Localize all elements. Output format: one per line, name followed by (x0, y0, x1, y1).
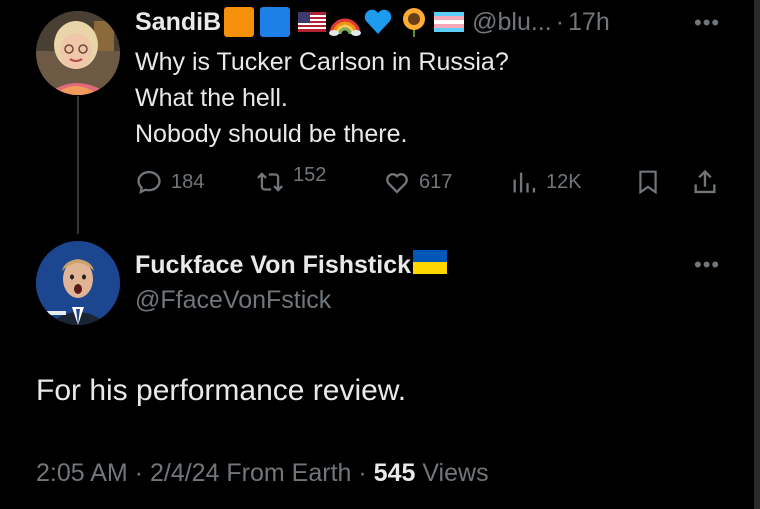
like-count: 617 (419, 170, 453, 193)
reply-display-name[interactable]: Fuckface Von Fishstick (135, 251, 411, 280)
repost-icon (257, 172, 283, 192)
reply-time[interactable]: 2:05 AM (36, 459, 128, 487)
time-separator: · (555, 7, 565, 36)
blue-square-emoji (260, 7, 291, 37)
reply-more-icon[interactable]: ••• (694, 252, 720, 278)
rainbow-emoji (329, 8, 362, 36)
meta-separator: · (351, 459, 374, 487)
parent-handle[interactable]: @blu... (472, 8, 552, 37)
reply-date[interactable]: 2/4/24 (150, 459, 220, 487)
meta-separator: · (127, 459, 150, 487)
parent-action-bar: 184 152 617 12K (135, 164, 725, 200)
like-button[interactable]: 617 (383, 164, 452, 200)
transgender-flag-emoji (434, 12, 465, 32)
reply-views-label: Views (415, 459, 489, 487)
reply-icon (137, 170, 161, 194)
reply-count: 184 (171, 170, 205, 193)
reply-views-count[interactable]: 545 (374, 459, 416, 487)
views-button[interactable]: 12K (510, 164, 582, 200)
repost-count: 152 (293, 163, 327, 186)
bookmark-button[interactable] (635, 164, 669, 200)
reply-handle[interactable]: @FfaceVonFstick (135, 286, 331, 315)
blue-heart-emoji (364, 9, 392, 35)
share-icon (694, 169, 716, 194)
ukraine-flag-emoji (413, 250, 448, 281)
us-flag-emoji (298, 12, 327, 32)
avatar-reply-user[interactable] (36, 241, 120, 325)
parent-display-name[interactable]: SandiB (135, 8, 221, 37)
scrollbar[interactable] (754, 0, 760, 509)
bookmark-icon (639, 170, 657, 195)
sunflower-emoji (400, 7, 428, 37)
parent-text-line: What the hell. (135, 84, 288, 112)
thread-line (77, 96, 79, 234)
reply-display-name-row: Fuckface Von Fishstick (135, 250, 448, 281)
like-icon (386, 173, 408, 194)
reply-source: From Earth (219, 459, 352, 487)
parent-tweet-header: SandiB @blu... · 17h (135, 4, 610, 40)
parent-more-icon[interactable]: ••• (694, 10, 720, 36)
parent-text-line: Why is Tucker Carlson in Russia? (135, 48, 509, 76)
orange-square-emoji (224, 7, 255, 37)
share-button[interactable] (691, 164, 727, 200)
views-count: 12K (546, 170, 582, 193)
parent-tweet-text: Why is Tucker Carlson in Russia? What th… (135, 44, 509, 152)
reply-button[interactable]: 184 (135, 164, 204, 200)
avatar-sandib[interactable] (36, 11, 120, 95)
parent-time[interactable]: 17h (568, 8, 610, 37)
parent-text-line: Nobody should be there. (135, 120, 408, 148)
reply-meta: 2:05 AM · 2/4/24 From Earth · 545 Views (36, 459, 489, 488)
reply-tweet-text: For his performance review. (36, 374, 407, 407)
views-icon (513, 172, 536, 193)
repost-button[interactable]: 152 (255, 164, 326, 200)
